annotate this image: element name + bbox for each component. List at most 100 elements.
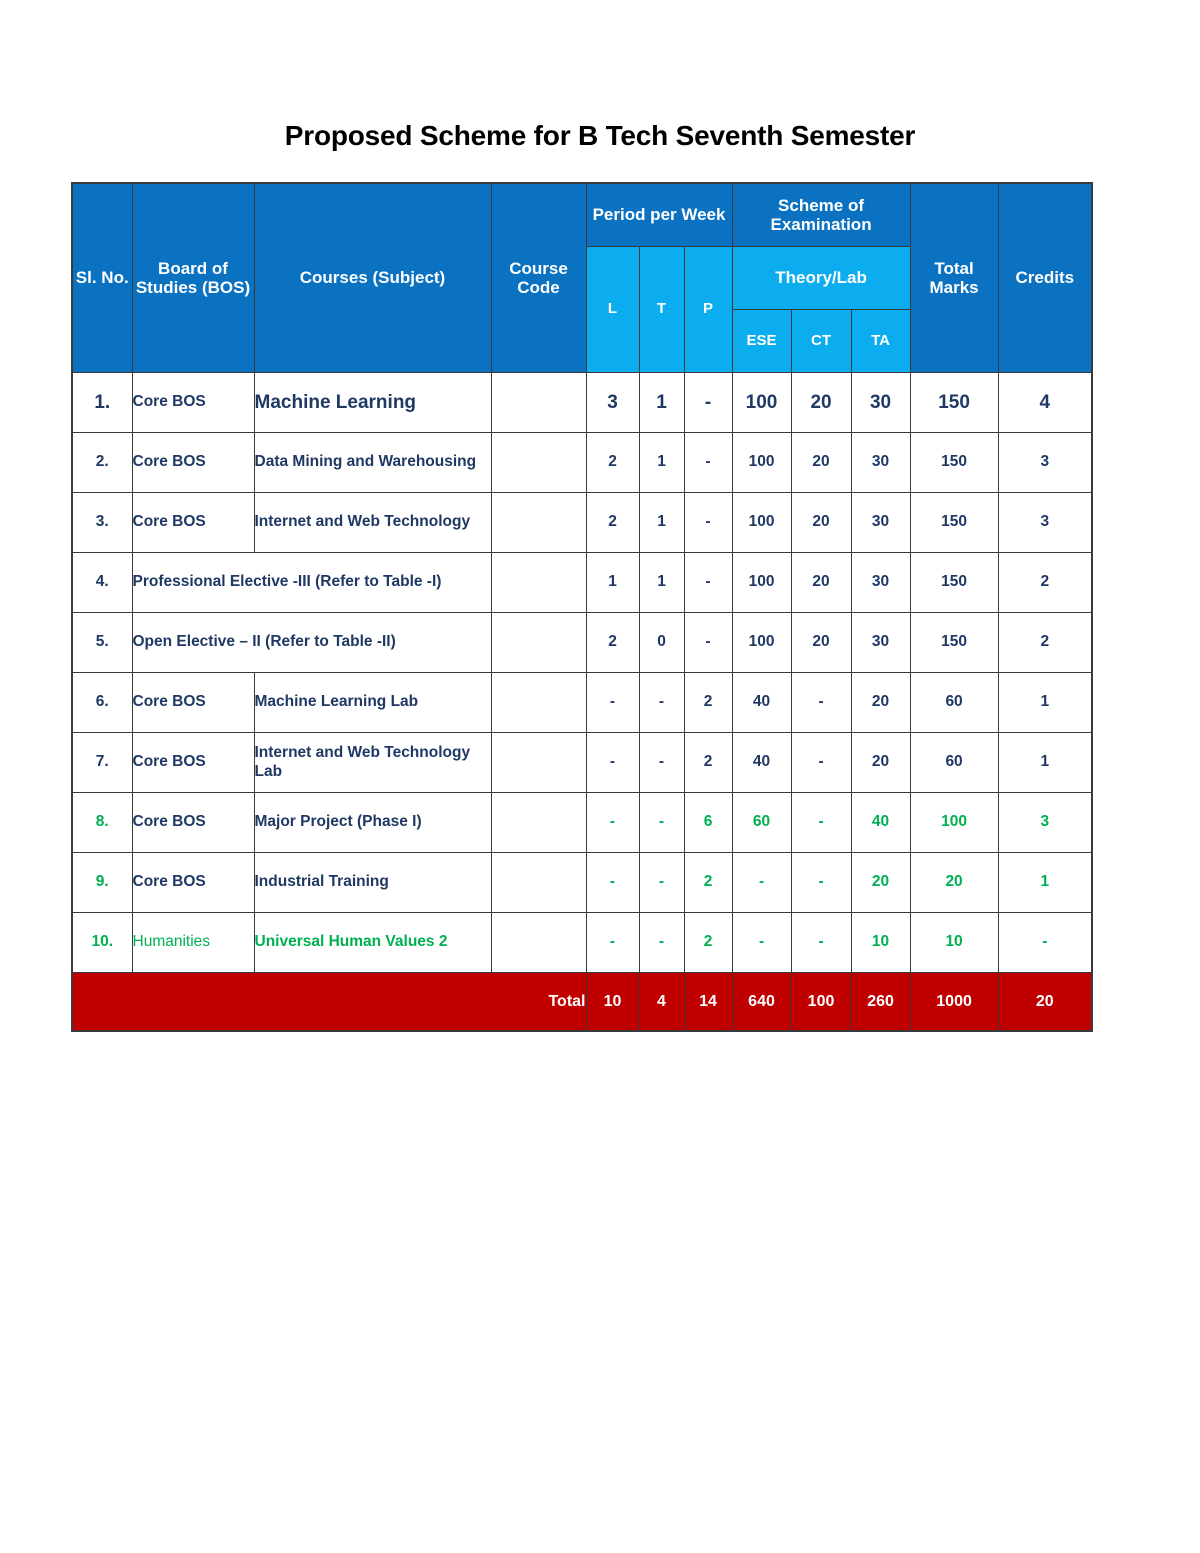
cell-board-of-studies: Core BOS <box>131 432 255 493</box>
cell-course-subject: Data Mining and Warehousing <box>253 432 492 493</box>
table-row: 1. Core BOS Machine Learning 3 1-100 20 30 150 4 <box>71 372 1093 433</box>
cell-ta: 30 <box>850 552 911 613</box>
page-title: Proposed Scheme for B Tech Seventh Semes… <box>284 120 916 151</box>
cell-sl-no: 8. <box>71 792 133 853</box>
cell-credits: 2 <box>997 552 1093 613</box>
cell-ct: 20 <box>790 372 852 433</box>
cell-sl-no: 4. <box>71 552 133 613</box>
cell-course-subject: Internet and Web Technology <box>253 492 492 553</box>
cell-total-marks: 60 <box>909 672 999 733</box>
cell-p: - <box>683 492 733 553</box>
total-ese: 640 <box>731 972 792 1032</box>
cell-ese: 100 <box>731 492 792 553</box>
header-period-per-week: Period per Week <box>585 182 733 247</box>
header-scheme-of-examination: Scheme of Examination <box>731 182 911 247</box>
cell-credits: 1 <box>997 672 1093 733</box>
cell-total-marks: 150 <box>909 372 999 433</box>
cell-ct: 20 <box>790 612 852 673</box>
cell-ta: 30 <box>850 612 911 673</box>
cell-t: 1 <box>638 492 685 553</box>
cell-l: 1 <box>585 552 640 613</box>
table-row: 4. Professional Elective -III (Refer to T… <box>71 552 1093 613</box>
cell-ese: - <box>731 912 792 973</box>
header-ct: CT <box>790 309 852 373</box>
cell-course-subject: Machine Learning Lab <box>253 672 492 733</box>
cell-ct: - <box>790 852 852 913</box>
cell-sl-no: 1. <box>71 372 133 433</box>
header-t: T <box>638 246 685 373</box>
cell-course-code <box>490 372 587 433</box>
cell-credits: 3 <box>997 792 1093 853</box>
cell-ta: 40 <box>850 792 911 853</box>
cell-p: 2 <box>683 912 733 973</box>
cell-ct: 20 <box>790 552 852 613</box>
cell-ese: 40 <box>731 732 792 793</box>
cell-total-marks: 150 <box>909 612 999 673</box>
cell-l: 2 <box>585 612 640 673</box>
cell-board-of-studies: Core BOS <box>131 672 255 733</box>
cell-ta: 20 <box>850 852 911 913</box>
table-row: 2. Core BOS Data Mining and Warehousing 2 1-… <box>71 432 1093 493</box>
cell-credits: 3 <box>997 432 1093 493</box>
cell-total-marks: 150 <box>909 552 999 613</box>
cell-board-of-studies: Core BOS <box>131 492 255 553</box>
cell-ese: 60 <box>731 792 792 853</box>
header-credits: Credits <box>997 182 1093 373</box>
cell-course-subject: Major Project (Phase I) <box>253 792 492 853</box>
cell-course-code <box>490 852 587 913</box>
header-courses-subject: Courses (Subject) <box>253 182 492 373</box>
cell-ct: - <box>790 792 852 853</box>
cell-credits: 4 <box>997 372 1093 433</box>
table-footer: Total 10 4 14 640 100 260 1000 20 <box>71 972 1093 1032</box>
cell-board-of-studies: Core BOS <box>131 372 255 433</box>
cell-p: 2 <box>683 852 733 913</box>
total-label: Total <box>71 972 587 1032</box>
cell-ta: 30 <box>850 372 911 433</box>
cell-sl-no: 10. <box>71 912 133 973</box>
total-row: Total 10 4 14 640 100 260 1000 20 <box>71 972 1093 1032</box>
cell-ta: 20 <box>850 672 911 733</box>
table-row: 5. Open Elective – II (Refer to Table -II… <box>71 612 1093 673</box>
header-row-1: Sl. No. Board of Studies (BOS) Courses (… <box>71 182 1093 373</box>
cell-ct: - <box>790 732 852 793</box>
cell-p: - <box>683 432 733 493</box>
cell-p: 2 <box>683 732 733 793</box>
total-marks: 1000 <box>909 972 999 1032</box>
cell-total-marks: 10 <box>909 912 999 973</box>
cell-total-marks: 100 <box>909 792 999 853</box>
cell-ta: 10 <box>850 912 911 973</box>
cell-sl-no: 6. <box>71 672 133 733</box>
cell-credits: 1 <box>997 732 1093 793</box>
cell-sl-no: 7. <box>71 732 133 793</box>
cell-board-of-studies: Core BOS <box>131 852 255 913</box>
cell-p: 2 <box>683 672 733 733</box>
cell-course-subject: Universal Human Values 2 <box>253 912 492 973</box>
cell-course-code <box>490 792 587 853</box>
table-row: 9. Core BOS Industrial Training - -2- -20 20 1 <box>71 852 1093 913</box>
table-row: 6. Core BOS Machine Learning Lab - -2 40-20 60… <box>71 672 1093 733</box>
header-board-of-studies: Board of Studies (BOS) <box>131 182 255 373</box>
cell-ct: 20 <box>790 492 852 553</box>
table-header: Sl. No. Board of Studies (BOS) Courses (… <box>71 182 1093 373</box>
total-p: 14 <box>683 972 733 1032</box>
cell-board-of-studies: Core BOS <box>131 792 255 853</box>
cell-credits: 1 <box>997 852 1093 913</box>
total-l: 10 <box>585 972 640 1032</box>
scheme-table-container: Sl. No. Board of Studies (BOS) Courses (… <box>71 182 1094 1032</box>
table-row: 3. Core BOS Internet and Web Technology 2 1-… <box>71 492 1093 553</box>
cell-t: - <box>638 852 685 913</box>
cell-p: - <box>683 372 733 433</box>
cell-credits: 3 <box>997 492 1093 553</box>
total-t: 4 <box>638 972 685 1032</box>
cell-course-merged: Professional Elective -III (Refer to Tab… <box>131 552 492 613</box>
table-body: 1. Core BOS Machine Learning 3 1-100 20 30 150 4… <box>71 372 1093 973</box>
cell-t: - <box>638 792 685 853</box>
cell-course-code <box>490 732 587 793</box>
cell-t: 1 <box>638 432 685 493</box>
total-ta: 260 <box>850 972 911 1032</box>
cell-l: - <box>585 852 640 913</box>
cell-sl-no: 3. <box>71 492 133 553</box>
cell-sl-no: 2. <box>71 432 133 493</box>
cell-course-subject: Machine Learning <box>253 372 492 433</box>
cell-ese: 100 <box>731 372 792 433</box>
